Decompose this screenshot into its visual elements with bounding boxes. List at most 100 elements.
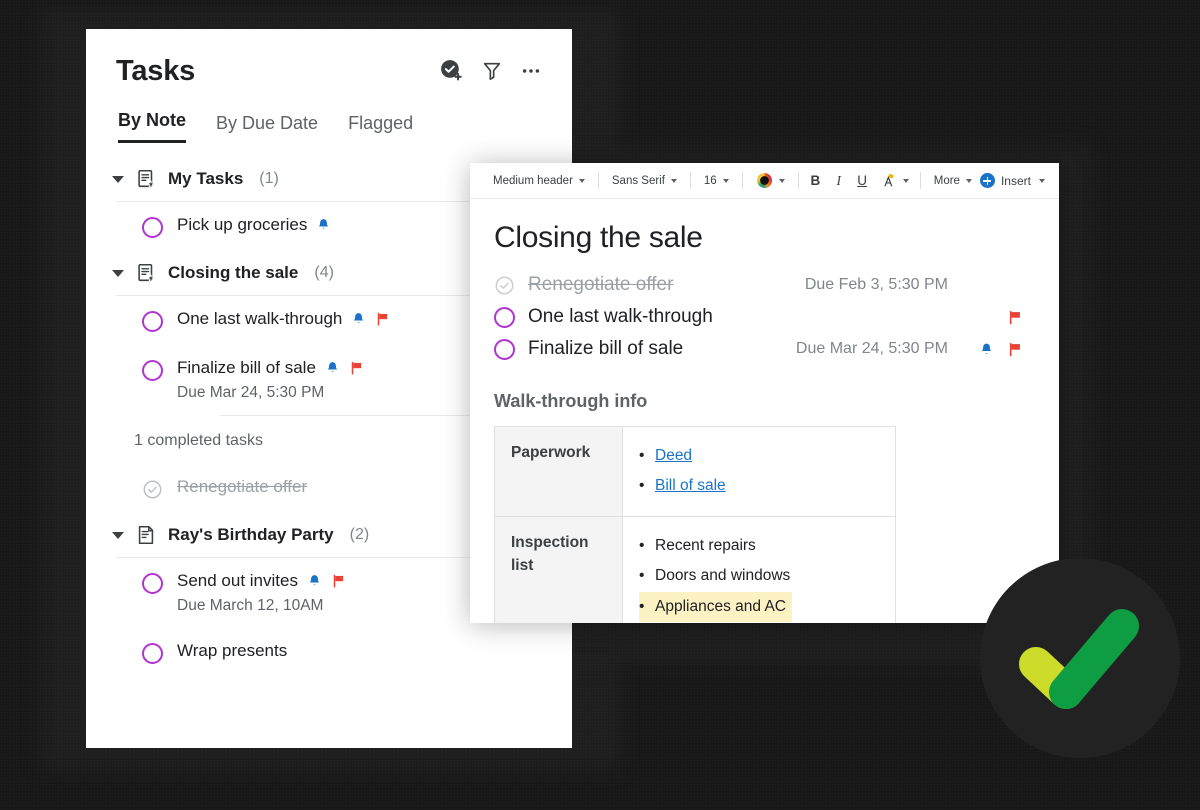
task-group-count: (4) [314,264,334,281]
flag-icon[interactable] [1007,341,1023,358]
reminder-bell-icon[interactable] [307,573,322,589]
toolbar-separator [597,172,599,189]
table-row-value: Deed Bill of sale [622,426,896,517]
task-label: One last walk-through [177,309,343,328]
task-group-count: (1) [259,170,279,187]
insert-button[interactable]: Insert [979,173,1045,188]
filter-icon[interactable] [481,60,503,82]
more-options-icon[interactable] [520,60,542,82]
note-task-row-completed[interactable]: Renegotiate offer Due Feb 3, 5:30 PM [494,269,1023,301]
chevron-down-icon [670,179,677,183]
flag-icon[interactable] [349,360,364,376]
task-checkbox[interactable] [142,643,163,664]
toolbar-separator [797,172,799,189]
tab-by-due-date[interactable]: By Due Date [216,113,318,143]
list-item: Bill of sale [639,471,881,501]
page-title: Tasks [116,55,196,87]
task-label: Finalize bill of sale [177,358,316,377]
table-row: Paperwork Deed Bill of sale [494,426,896,517]
walk-through-info-table: Paperwork Deed Bill of sale Inspection l… [494,426,896,623]
tab-by-note[interactable]: By Note [118,110,187,143]
toolbar-separator [919,172,921,189]
chevron-down-icon[interactable] [112,175,124,183]
task-row[interactable]: Wrap presents [86,628,572,677]
list-item: Recent repairs [639,531,881,561]
task-checkbox-checked[interactable] [494,275,515,296]
list-item: Deed [639,441,881,471]
link-bill-of-sale[interactable]: Bill of sale [655,477,726,494]
more-formatting-button[interactable]: More [926,169,980,193]
list-item: Doors and windows [639,561,881,591]
plus-icon [979,173,995,188]
note-task-row[interactable]: Finalize bill of sale Due Mar 24, 5:30 P… [494,333,1023,365]
task-checkbox[interactable] [142,573,163,594]
task-checkbox[interactable] [494,306,515,328]
note-starred-icon [138,263,155,282]
flag-icon[interactable] [331,573,346,589]
chevron-down-icon[interactable] [112,269,124,277]
note-task-label: One last walk-through [528,306,713,327]
task-checkbox[interactable] [142,217,163,238]
task-checkbox-checked[interactable] [142,479,163,500]
note-task-label: Finalize bill of sale [528,338,684,359]
note-task-icons [961,309,1023,326]
highlighter-icon [884,173,894,187]
section-heading: Walk-through info [494,391,648,411]
flag-icon[interactable] [1007,309,1023,326]
toolbar-separator [741,172,743,189]
chevron-down-icon[interactable] [112,531,124,539]
note-editor-panel: Medium header Sans Serif 16 B I U More I… [470,163,1059,623]
table-row-key: Paperwork [494,426,623,517]
note-content: Closing the sale Renegotiate offer Due F… [470,199,1059,623]
task-checkbox[interactable] [142,360,163,381]
task-checkbox[interactable] [494,338,515,360]
table-row-key: Inspection list [494,515,623,623]
link-deed[interactable]: Deed [655,447,692,464]
chevron-down-icon [578,179,585,183]
editor-toolbar: Medium header Sans Serif 16 B I U More I… [470,163,1059,199]
task-label: Wrap presents [177,641,288,660]
chevron-down-icon [722,179,729,183]
green-check-badge [980,558,1180,758]
note-task-row[interactable]: One last walk-through [494,301,1023,333]
toolbar-separator [689,172,691,189]
flag-icon[interactable] [375,311,390,327]
task-label: Send out invites [177,571,298,590]
bold-button[interactable]: B [804,173,827,188]
highlight-color-button[interactable] [874,169,915,193]
reminder-bell-icon[interactable] [979,341,994,358]
font-family-select[interactable]: Sans Serif [604,169,685,193]
tab-flagged[interactable]: Flagged [348,113,413,143]
note-task-label: Renegotiate offer [528,274,674,295]
task-group-title: My Tasks [168,169,244,188]
chevron-down-icon [1038,179,1045,183]
view-tabs: By Note By Due Date Flagged [86,88,572,143]
italic-button[interactable]: I [827,173,850,189]
note-task-icons [961,341,1023,358]
checkmark-icon [1019,609,1139,709]
reminder-bell-icon[interactable] [325,360,340,376]
table-row-value: Recent repairs Doors and windows Applian… [622,515,896,623]
note-icon [138,525,154,545]
reminder-bell-icon[interactable] [316,217,331,233]
tasks-header: Tasks [86,29,572,88]
font-size-select[interactable]: 16 [696,169,737,193]
list-item-highlighted: Appliances and AC [639,591,792,623]
chevron-down-icon [965,179,972,183]
underline-button[interactable]: U [850,173,873,188]
task-checkbox[interactable] [142,311,163,332]
add-task-icon[interactable] [439,58,464,83]
note-task-due: Due Mar 24, 5:30 PM [795,340,948,357]
table-row: Inspection list Recent repairs Doors and… [494,515,896,623]
note-task-due: Due Feb 3, 5:30 PM [804,276,948,293]
chevron-down-icon [778,179,785,183]
note-starred-icon [138,169,155,188]
text-color-picker[interactable] [748,169,793,193]
task-group-title: Closing the sale [168,263,299,282]
reminder-bell-icon[interactable] [351,311,366,327]
task-group-title: Ray's Birthday Party [168,525,334,544]
paragraph-style-select[interactable]: Medium header [485,169,593,193]
task-label: Renegotiate offer [177,477,308,496]
note-title[interactable]: Closing the sale [494,221,1023,255]
header-icon-group [439,58,542,85]
